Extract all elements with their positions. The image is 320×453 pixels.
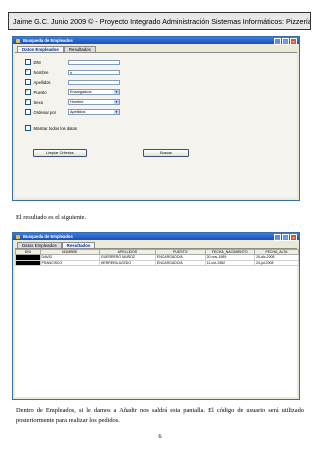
puesto-combo[interactable]: Encargado/a ▼ [68, 89, 120, 95]
dni-checkbox[interactable] [25, 59, 31, 65]
puesto-label: Puesto [33, 89, 47, 95]
apellidos-checkbox[interactable] [25, 79, 31, 85]
field-row-ordenar: Ordenar por [25, 109, 56, 115]
dni-field[interactable] [68, 59, 120, 65]
ordenar-value: Apellidos [70, 110, 86, 114]
ordenar-checkbox[interactable] [25, 109, 31, 115]
nombre-label: Nombre [33, 69, 49, 75]
table-cell-fecha-nacimiento: 11-oct-1982 [204, 259, 255, 266]
puesto-value: Encargado/a [70, 90, 92, 94]
window-title: Busqueda de Empleados [23, 38, 73, 43]
results-window: Busqueda de Empleados _ □ × Datos Emplea… [12, 232, 300, 400]
sexo-combo[interactable]: Hombre ▼ [68, 99, 120, 105]
table-cell-apellidos: HERRERA ACEDO [98, 259, 156, 266]
close-button[interactable]: × [290, 38, 297, 45]
maximize-button[interactable]: □ [282, 234, 289, 241]
chevron-down-icon[interactable]: ▼ [114, 90, 119, 94]
nombre-checkbox[interactable] [25, 68, 31, 75]
show-all-checkbox[interactable] [25, 125, 31, 131]
apellidos-label: Apellidos [33, 79, 51, 85]
field-row-dni: DNI [25, 59, 41, 65]
result-intro-text: El resultado es el siguiente. [16, 214, 87, 221]
field-row-puesto: Puesto [25, 88, 47, 95]
results-table[interactable]: DNI NOMBRE APELLIDOS PUESTO FECHA_NACIMI… [15, 249, 300, 266]
maximize-button[interactable]: □ [282, 38, 289, 45]
clear-criteria-button[interactable]: Limpiar Criterios [33, 149, 87, 157]
minimize-button[interactable]: _ [274, 234, 281, 241]
app-icon [16, 38, 20, 43]
form-panel: DNI Nombre h Apellidos Puesto Encargado/… [15, 52, 297, 198]
description-paragraph: Dentro de Empleados, si le damos a Añadi… [16, 407, 304, 424]
minimize-button[interactable]: _ [274, 38, 281, 45]
sexo-label: Sexo [33, 99, 44, 105]
search-window: Busqueda de Empleados _ □ × Datos Emplea… [12, 36, 300, 201]
field-row-sexo: Sexo [25, 98, 44, 105]
table-cell-puesto: ENCARGADO/A [154, 259, 206, 266]
chevron-down-icon[interactable]: ▼ [114, 110, 119, 114]
field-row-nombre: Nombre [25, 68, 49, 75]
ordenar-label: Ordenar por [33, 109, 57, 115]
table-row[interactable]: FRANCISCO HERRERA ACEDO ENCARGADO/A 11-o… [15, 259, 300, 266]
search-button[interactable]: Buscar [143, 149, 189, 157]
puesto-checkbox[interactable] [25, 88, 31, 95]
sexo-checkbox[interactable] [25, 98, 31, 105]
document-header: Jaime G.C. Junio 2009 © - Proyecto Integ… [8, 12, 311, 30]
apellidos-field[interactable] [68, 79, 120, 85]
table-cell-dni [15, 259, 41, 266]
show-all-label: Mostrar todos los datos [33, 125, 78, 131]
app-icon [16, 234, 20, 239]
window-titlebar: Busqueda de Empleados _ □ × [13, 233, 299, 241]
table-cell-fecha-alta: 24-jul-2008 [253, 259, 300, 266]
chevron-down-icon[interactable]: ▼ [114, 100, 119, 104]
results-panel: DNI NOMBRE APELLIDOS PUESTO FECHA_NACIMI… [15, 248, 300, 397]
window-title: Busqueda de Empleados [23, 234, 73, 239]
nombre-field[interactable]: h [68, 69, 120, 75]
sexo-value: Hombre [70, 100, 84, 104]
page-number: 6 [158, 433, 162, 440]
column-header-fecha-nacimiento[interactable]: FECHA_NACIMIENTO [204, 249, 255, 255]
dni-label: DNI [33, 59, 41, 65]
ordenar-combo[interactable]: Apellidos ▼ [68, 109, 120, 115]
field-row-apellidos: Apellidos [25, 79, 51, 85]
table-cell-nombre: FRANCISCO [39, 259, 100, 266]
window-titlebar: Busqueda de Empleados _ □ × [13, 37, 299, 45]
close-button[interactable]: × [290, 234, 297, 241]
show-all-row: Mostrar todos los datos [25, 125, 77, 131]
